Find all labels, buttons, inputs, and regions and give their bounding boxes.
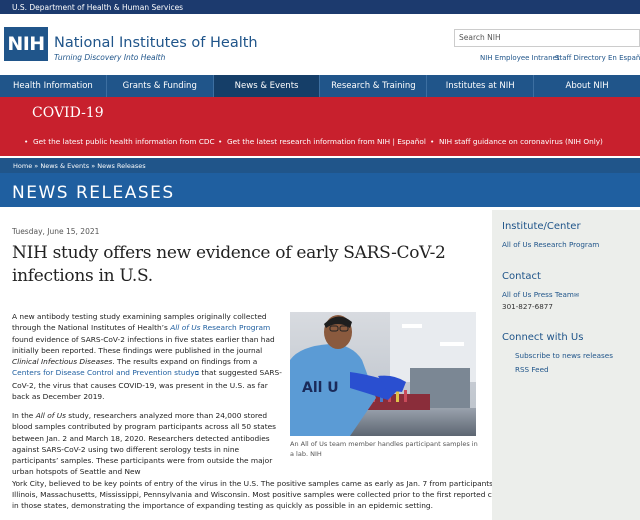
article-paragraph-2: In the All of Us study, researchers anal… bbox=[12, 411, 509, 511]
sidebar-contact-link[interactable]: All of Us Press Team✉ bbox=[502, 290, 579, 299]
site-tagline: Turning Discovery Into Health bbox=[54, 53, 166, 62]
nav-about[interactable]: About NIH bbox=[534, 75, 640, 97]
paragraph-2-line: Illinois, Massachusetts, Mississippi, Pe… bbox=[12, 490, 509, 500]
nav-news-events[interactable]: News & Events bbox=[213, 75, 321, 97]
nav-institutes[interactable]: Institutes at NIH bbox=[427, 75, 535, 97]
journal-name: Clinical Infectious Diseases bbox=[12, 357, 113, 367]
breadcrumb-home[interactable]: Home bbox=[13, 162, 32, 170]
search-input[interactable]: Search NIH bbox=[454, 29, 640, 47]
covid-link-research[interactable]: • Get the latest research information fr… bbox=[218, 137, 426, 146]
nav-grants-funding[interactable]: Grants & Funding bbox=[107, 75, 214, 97]
hhs-label[interactable]: U.S. Department of Health & Human Servic… bbox=[12, 3, 183, 12]
staff-directory-link[interactable]: Staff Directory bbox=[555, 54, 606, 62]
site-title[interactable]: National Institutes of Health bbox=[54, 35, 258, 51]
article-date: Tuesday, June 15, 2021 bbox=[12, 227, 100, 236]
article-headline: NIH study offers new evidence of early S… bbox=[12, 243, 446, 286]
hhs-topbar[interactable]: U.S. Department of Health & Human Servic… bbox=[0, 0, 640, 14]
sidebar-contact-phone: 301-827-6877 bbox=[502, 302, 553, 311]
covid-title[interactable]: COVID-19 bbox=[32, 105, 104, 121]
espanol-link[interactable]: En Español bbox=[608, 54, 640, 62]
breadcrumb: Home » News & Events » News Releases bbox=[0, 158, 640, 173]
email-icon: ✉ bbox=[573, 292, 579, 299]
section-title: NEWS RELEASES bbox=[0, 173, 640, 207]
breadcrumb-news-events[interactable]: News & Events bbox=[40, 162, 89, 170]
covid-link-staff[interactable]: • NIH staff guidance on coronavirus (NIH… bbox=[430, 137, 603, 146]
sidebar-institute-heading: Institute/Center bbox=[502, 221, 581, 232]
article-paragraph-1: A new antibody testing study examining s… bbox=[12, 312, 282, 402]
sidebar-connect-heading: Connect with Us bbox=[502, 332, 584, 343]
nav-health-information[interactable]: Health Information bbox=[0, 75, 107, 97]
subscribe-link[interactable]: Subscribe to news releases bbox=[515, 351, 613, 360]
shirt-text: All U bbox=[302, 380, 339, 396]
breadcrumb-separator: » bbox=[34, 162, 39, 170]
rss-feed-link[interactable]: RSS Feed bbox=[515, 365, 549, 374]
paragraph-2-line: in those states, demonstrating the impor… bbox=[12, 501, 433, 511]
intranet-link[interactable]: NIH Employee Intranet bbox=[480, 54, 560, 62]
nih-logo[interactable]: NIH bbox=[4, 27, 48, 61]
sidebar-contact-heading: Contact bbox=[502, 271, 541, 282]
sidebar-institute-link[interactable]: All of Us Research Program bbox=[502, 240, 599, 249]
breadcrumb-current: News Releases bbox=[97, 162, 146, 170]
nav-research-training[interactable]: Research & Training bbox=[320, 75, 428, 97]
cdc-study-link[interactable]: Centers for Disease Control and Preventi… bbox=[12, 368, 195, 377]
main-nav: Health Information Grants & Funding News… bbox=[0, 75, 640, 97]
covid-link-cdc[interactable]: • Get the latest public health informati… bbox=[24, 137, 215, 146]
all-of-us-program-link[interactable]: All of Us Research Program bbox=[170, 323, 270, 332]
covid-banner: COVID-19 • Get the latest public health … bbox=[0, 97, 640, 156]
breadcrumb-separator: » bbox=[91, 162, 96, 170]
paragraph-2-line: York City, believed to be key points of … bbox=[12, 478, 503, 488]
